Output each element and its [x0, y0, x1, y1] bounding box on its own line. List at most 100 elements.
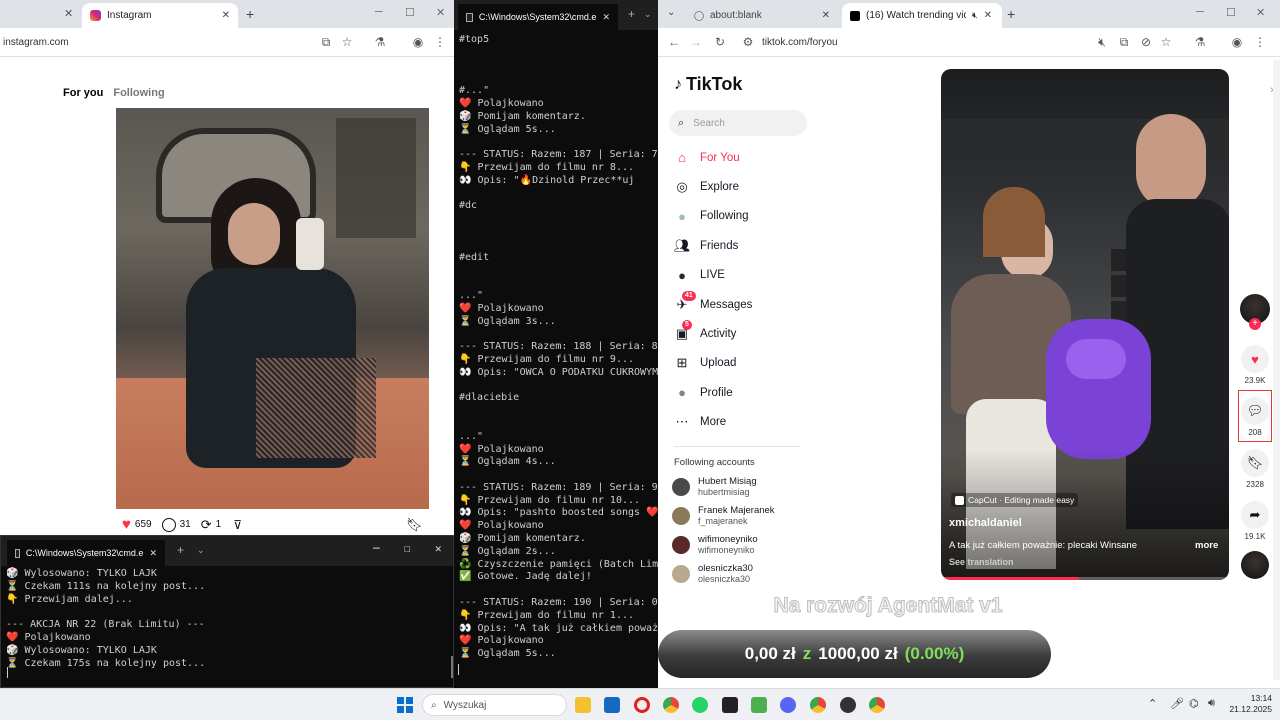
discord-icon[interactable]: [780, 697, 796, 713]
close-tab-icon[interactable]: ✕: [222, 10, 230, 21]
sidebar-item-more[interactable]: ⋯ More: [674, 408, 814, 437]
minimize-icon[interactable]: ─: [373, 542, 380, 556]
save-action[interactable]: 🔖︎ 2328: [1240, 449, 1270, 489]
volume-icon[interactable]: 🔊︎: [1208, 697, 1215, 710]
chrome-icon[interactable]: [810, 697, 826, 713]
tray-chevron-icon[interactable]: ⌃: [1148, 697, 1157, 710]
tab-following[interactable]: Following: [113, 87, 164, 99]
following-account[interactable]: Hubert Misiąg hubertmisiag: [672, 472, 822, 501]
chrome-icon[interactable]: [869, 697, 885, 713]
sidebar-item-for-you[interactable]: ⌂ For You: [674, 143, 814, 172]
cmd-tab[interactable]: C:\Windows\System32\cmd.e ✕: [7, 540, 165, 566]
share-arrow-icon[interactable]: ➦: [1241, 501, 1269, 529]
save-bookmark-icon[interactable]: 🔖︎: [406, 517, 423, 533]
install-app-icon[interactable]: ⧉: [318, 34, 334, 50]
new-tab-icon[interactable]: +: [1007, 6, 1015, 22]
minimize-icon[interactable]: ─: [1196, 6, 1204, 18]
bookmark-icon[interactable]: 🔖︎: [1241, 449, 1269, 477]
mute-tab-icon[interactable]: 🔇︎: [972, 10, 978, 21]
mic-icon[interactable]: 🎤︎: [1170, 697, 1184, 710]
bookmark-star-icon[interactable]: ☆: [339, 34, 355, 50]
page-scrollbar[interactable]: [1273, 60, 1280, 680]
browser-menu-icon[interactable]: ⋮: [1252, 34, 1268, 50]
post-photo[interactable]: [116, 108, 429, 509]
sidebar-item-profile[interactable]: ● Profile: [674, 378, 814, 407]
close-tab-icon[interactable]: ✕: [149, 547, 157, 560]
sidebar-item-activity[interactable]: ▣ 5 Activity: [674, 319, 814, 348]
tiktok-logo[interactable]: ♪ TikTok: [674, 74, 742, 95]
profile-icon[interactable]: ◉: [1229, 34, 1245, 50]
scrollbar[interactable]: [451, 656, 453, 678]
browser-menu-icon[interactable]: ⋮: [432, 34, 448, 50]
music-disc-icon[interactable]: [1241, 551, 1269, 579]
caption-more-link[interactable]: more: [1195, 540, 1218, 551]
hide-icon[interactable]: ⊘: [1138, 34, 1154, 50]
url-field[interactable]: instagram.com: [3, 37, 69, 48]
maximize-icon[interactable]: ☐: [404, 542, 411, 556]
mute-icon[interactable]: 🔇︎: [1094, 34, 1110, 50]
cmd-tab[interactable]: C:\Windows\System32\cmd.e ✕: [458, 4, 618, 30]
chrome-icon[interactable]: [663, 697, 679, 713]
minimize-icon[interactable]: ─: [375, 6, 383, 18]
share-send-icon[interactable]: ⊽: [233, 518, 242, 532]
following-account[interactable]: Franek Majeranek f_majeranek: [672, 501, 822, 530]
site-info-icon[interactable]: ⚙: [740, 34, 756, 50]
search-input[interactable]: Search: [693, 118, 725, 129]
maximize-icon[interactable]: ☐: [405, 6, 415, 19]
comment-action[interactable]: 💬︎ 208: [1240, 397, 1270, 437]
new-tab-icon[interactable]: +: [628, 8, 635, 21]
heart-icon[interactable]: ♥: [1241, 345, 1269, 373]
sidebar-item-following[interactable]: ● Following: [674, 202, 814, 231]
network-icon[interactable]: ⌬: [1189, 697, 1199, 710]
sidebar-item-live[interactable]: ● LIVE: [674, 261, 814, 290]
following-account[interactable]: olesniczka30 olesniczka30: [672, 559, 822, 588]
labs-flask-icon[interactable]: ⚗: [372, 34, 388, 50]
sidebar-item-explore[interactable]: ◎ Explore: [674, 172, 814, 201]
notepad-icon[interactable]: [751, 697, 767, 713]
following-account[interactable]: wifimoneyniko wifimoneyniko: [672, 530, 822, 559]
capcut-tag[interactable]: CapCut · Editing made easy: [951, 493, 1079, 507]
video-author[interactable]: xmichaldaniel: [949, 517, 1022, 529]
follow-plus-icon[interactable]: +: [1249, 318, 1261, 330]
see-translation-link[interactable]: See translation: [949, 557, 1014, 567]
like-action[interactable]: ♥ 23.9K: [1240, 345, 1270, 385]
chrome-profile-icon[interactable]: [840, 697, 856, 713]
opera-icon[interactable]: [634, 697, 650, 713]
profile-icon[interactable]: ◉: [410, 34, 426, 50]
creator-avatar[interactable]: +: [1240, 294, 1270, 330]
video-progress-bar[interactable]: [941, 577, 1229, 580]
close-tab-icon[interactable]: ✕: [822, 10, 830, 21]
url-field[interactable]: tiktok.com/foryou: [762, 37, 838, 48]
install-app-icon[interactable]: ⧉: [1116, 34, 1132, 50]
sidebar-item-friends[interactable]: 👥︎ Friends: [674, 231, 814, 260]
start-windows-icon[interactable]: [397, 697, 413, 713]
back-icon[interactable]: ←: [666, 34, 682, 50]
bookmark-star-icon[interactable]: ☆: [1158, 34, 1174, 50]
search-box[interactable]: ⌕ Search: [669, 110, 807, 136]
like-heart-icon[interactable]: ♥: [122, 516, 131, 533]
tab-about-blank[interactable]: about:blank ✕: [686, 3, 838, 28]
close-tab-icon[interactable]: ✕: [602, 11, 610, 24]
sidebar-item-messages[interactable]: ✈ 41 Messages: [674, 290, 814, 319]
close-tab-icon[interactable]: ✕: [64, 7, 73, 20]
sidebar-item-upload[interactable]: ⊞ Upload: [674, 349, 814, 378]
close-tab-icon[interactable]: ✕: [984, 10, 992, 21]
tab-dropdown-icon[interactable]: ⌄: [644, 8, 652, 21]
terminal-icon[interactable]: [722, 697, 738, 713]
whatsapp-icon[interactable]: [692, 697, 708, 713]
forward-icon[interactable]: →: [688, 34, 704, 50]
close-window-icon[interactable]: ✕: [435, 542, 442, 556]
share-action[interactable]: ➦ 19.1K: [1240, 501, 1270, 541]
labs-flask-icon[interactable]: ⚗: [1192, 34, 1208, 50]
video-player[interactable]: CapCut · Editing made easy xmichaldaniel…: [941, 69, 1229, 580]
maximize-icon[interactable]: ☐: [1226, 6, 1236, 19]
file-explorer-icon[interactable]: [575, 697, 591, 713]
tab-for-you[interactable]: For you: [63, 87, 103, 99]
close-window-icon[interactable]: ✕: [1256, 6, 1265, 19]
comment-bubble-icon[interactable]: 💬︎: [1241, 397, 1269, 425]
taskbar-search[interactable]: ⌕ Wyszukaj: [422, 694, 567, 716]
tab-search-icon[interactable]: ⌄: [667, 7, 675, 18]
new-tab-icon[interactable]: +: [177, 544, 184, 557]
new-tab-icon[interactable]: +: [246, 6, 254, 22]
store-icon[interactable]: [604, 697, 620, 713]
